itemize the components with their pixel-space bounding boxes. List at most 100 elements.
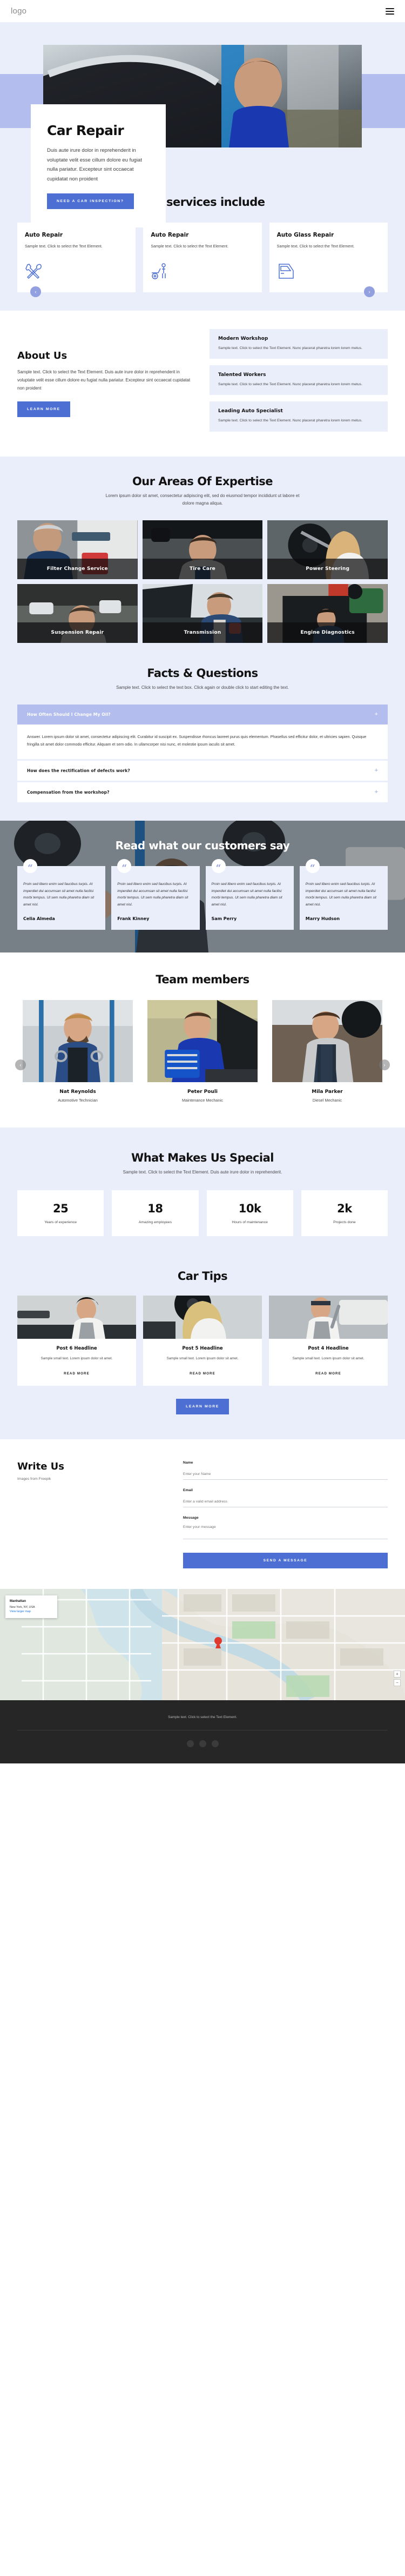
plus-icon: + <box>374 788 378 795</box>
tip-card[interactable]: Post 4 Headline Sample small text. Lorem… <box>269 1296 388 1386</box>
hamburger-menu-icon[interactable] <box>386 8 394 15</box>
expertise-card[interactable]: Suspension Repair <box>17 583 138 643</box>
team-member: Nat Reynolds Automotive Technician <box>23 1000 133 1103</box>
testimonial-author: Frank Kinney <box>117 916 150 922</box>
expertise-card[interactable]: Tire Care <box>142 520 263 579</box>
stat-card: 10k Hours of maintenance <box>206 1190 293 1237</box>
plus-icon: + <box>374 710 378 717</box>
map-card-title: Manhattan <box>10 1599 26 1603</box>
faq-question-closed[interactable]: Compensation from the workshop? + <box>17 782 388 802</box>
quote-icon: “ <box>305 858 320 873</box>
testimonial-author: Marry Hudson <box>305 916 340 922</box>
testimonial-card: “ Proin sed libero enim sed faucibus tur… <box>205 858 294 930</box>
feature-card: Talented Workers Sample text. Click to s… <box>210 365 388 395</box>
service-card[interactable]: Auto Glass Repair Sample text. Click to … <box>269 223 388 292</box>
tip-read-more-link[interactable]: Read more <box>64 1372 90 1376</box>
hero-cta-button[interactable]: Need a car inspection? <box>47 193 134 210</box>
services-prev-arrow[interactable]: ‹ <box>30 286 41 297</box>
name-field[interactable] <box>183 1470 388 1480</box>
faq-answer: Answer. Lorem ipsum dolor sit amet, cons… <box>17 724 388 759</box>
expertise-caption: Filter Change Service <box>17 558 138 579</box>
expertise-card[interactable]: Engine Diagnostics <box>267 583 388 643</box>
quote-icon: “ <box>211 858 226 873</box>
expertise-caption: Tire Care <box>142 558 263 579</box>
stat-value: 25 <box>53 1202 69 1216</box>
tip-text: Sample small text. Lorem ipsum dolor sit… <box>40 1357 113 1361</box>
tips-learn-more-button[interactable]: Learn more <box>176 1398 229 1414</box>
faq-question-open[interactable]: How Often Should I Change My Oil? + <box>17 704 388 725</box>
expertise-caption: Power Steering <box>267 558 388 579</box>
feature-text: Sample text. Click to select the Text El… <box>218 419 362 423</box>
tip-card[interactable]: Post 6 Headline Sample small text. Lorem… <box>17 1296 136 1386</box>
site-footer: Sample text. Click to select the Text El… <box>0 1700 405 1764</box>
message-field[interactable] <box>183 1522 388 1539</box>
service-card[interactable]: Auto Repair Sample text. Click to select… <box>143 223 262 292</box>
stats-subtitle: Sample text. Click to select the Text El… <box>123 1170 282 1175</box>
tip-card[interactable]: Post 5 Headline Sample small text. Lorem… <box>143 1296 262 1386</box>
testimonial-author: Celia Almeda <box>23 916 55 922</box>
service-title: Auto Repair <box>151 232 189 238</box>
stat-card: 2k Projects done <box>301 1190 388 1237</box>
tip-photo <box>143 1296 262 1339</box>
services-next-arrow[interactable]: › <box>364 286 375 297</box>
expertise-subtitle: Lorem ipsum dolor sit amet, consectetur … <box>105 493 300 506</box>
faq-question-text: Compensation from the workshop? <box>27 789 110 795</box>
tip-read-more-link[interactable]: Read more <box>315 1372 341 1376</box>
social-icon-twitter[interactable] <box>199 1740 206 1748</box>
footer-social-row <box>17 1740 388 1748</box>
service-text: Sample text. Click to select the Text El… <box>151 244 229 249</box>
social-icon-instagram[interactable] <box>211 1740 219 1748</box>
stat-label: Projects done <box>333 1220 356 1225</box>
map-canvas <box>0 1588 405 1700</box>
tip-photo <box>269 1296 388 1339</box>
tip-title: Post 6 Headline <box>56 1346 97 1352</box>
service-text: Sample text. Click to select the Text El… <box>25 244 103 249</box>
expertise-card[interactable]: Power Steering <box>267 520 388 579</box>
testimonial-card: “ Proin sed libero enim sed faucibus tur… <box>17 858 106 930</box>
stat-card: 18 Amazing employees <box>112 1190 199 1237</box>
about-features: Modern Workshop Sample text. Click to se… <box>210 329 388 438</box>
hero-section: Car Repair Duis aute irure dolor in repr… <box>0 22 405 228</box>
team-title: Team members <box>156 973 249 987</box>
service-text: Sample text. Click to select the Text El… <box>276 244 355 249</box>
email-field[interactable] <box>183 1497 388 1507</box>
service-card[interactable]: Auto Repair Sample text. Click to select… <box>17 223 136 292</box>
about-left: About Us Sample text. Click to select th… <box>17 350 195 417</box>
expertise-card[interactable]: Filter Change Service <box>17 520 138 579</box>
testimonials-section: Read what our customers say “ Proin sed … <box>0 820 405 953</box>
map-card-line2[interactable]: View larger map <box>10 1609 53 1614</box>
tips-section: Car Tips Post 6 Headline Sample small te… <box>0 1260 405 1439</box>
send-message-button[interactable]: Send a message <box>183 1552 388 1568</box>
map-zoom-out-button[interactable]: − <box>394 1679 401 1686</box>
stat-value: 18 <box>147 1202 163 1216</box>
social-icon-facebook[interactable] <box>186 1740 194 1748</box>
message-label: Message <box>183 1515 199 1520</box>
team-member-photo <box>147 1000 258 1083</box>
team-member-name: Peter Pouli <box>187 1089 218 1095</box>
feature-title: Modern Workshop <box>218 336 268 341</box>
service-title: Auto Glass Repair <box>276 232 334 238</box>
team-member-name: Mila Parker <box>312 1089 343 1095</box>
car-door-icon <box>277 262 380 280</box>
about-learn-more-button[interactable]: Learn more <box>17 401 70 417</box>
map-zoom-in-button[interactable]: + <box>394 1670 401 1678</box>
about-title: About Us <box>17 350 68 362</box>
map-section[interactable]: Manhattan New York, NY, USA View larger … <box>0 1588 405 1700</box>
tip-title: Post 4 Headline <box>308 1346 349 1352</box>
feature-text: Sample text. Click to select the Text El… <box>218 383 362 387</box>
expertise-card[interactable]: Transmission <box>142 583 263 643</box>
expertise-title: Our Areas Of Expertise <box>132 474 273 488</box>
page-root: logo Car Repair Duis aute irure dolor in… <box>0 0 405 1764</box>
map-info-card[interactable]: Manhattan New York, NY, USA View larger … <box>5 1595 57 1618</box>
wrench-screwdriver-icon <box>25 262 128 280</box>
team-prev-arrow[interactable]: ‹ <box>15 1059 26 1071</box>
team-next-arrow[interactable]: › <box>379 1059 390 1071</box>
tip-title: Post 5 Headline <box>182 1346 223 1352</box>
map-card-line1: New York, NY, USA <box>10 1605 35 1609</box>
logo[interactable]: logo <box>11 6 26 16</box>
map-zoom-controls: + − <box>394 1670 401 1686</box>
faq-question-text: How does the rectification of defects wo… <box>27 768 130 773</box>
faq-question-closed[interactable]: How does the rectification of defects wo… <box>17 760 388 781</box>
service-title: Auto Repair <box>25 232 63 238</box>
tip-read-more-link[interactable]: Read more <box>190 1372 215 1376</box>
